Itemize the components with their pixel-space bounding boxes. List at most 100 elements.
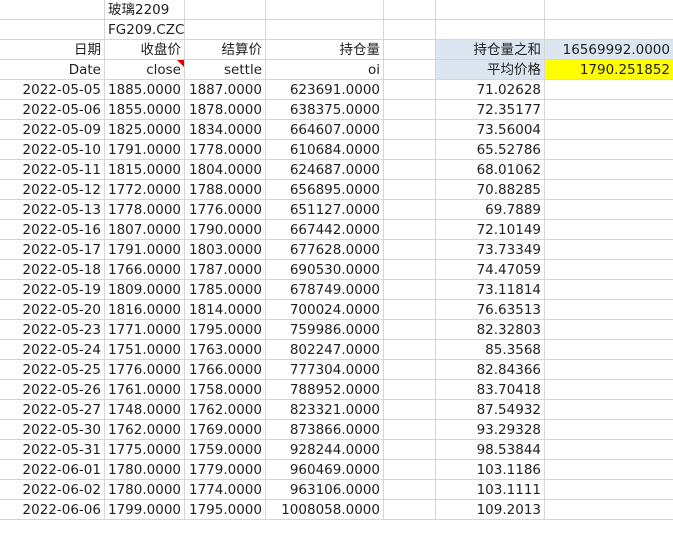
- cell-close[interactable]: 1791.0000: [105, 240, 185, 260]
- cell-date[interactable]: 2022-05-06: [0, 100, 105, 120]
- cell-empty[interactable]: [545, 160, 673, 180]
- cell-settle[interactable]: 1769.0000: [185, 420, 266, 440]
- cell-close[interactable]: 1762.0000: [105, 420, 185, 440]
- cell-settle[interactable]: 1787.0000: [185, 260, 266, 280]
- cell-empty[interactable]: [384, 240, 436, 260]
- spreadsheet-grid[interactable]: 玻璃2209 FG209.CZC 日期 收盘价 结算价 持仓量 持仓量之和 16…: [0, 0, 673, 555]
- cell-empty[interactable]: [384, 280, 436, 300]
- cell-empty[interactable]: [384, 100, 436, 120]
- cell-close[interactable]: 1809.0000: [105, 280, 185, 300]
- cell-oi-ratio[interactable]: 82.84366: [436, 360, 545, 380]
- cell-oi-ratio[interactable]: 71.02628: [436, 80, 545, 100]
- cell-oi[interactable]: 963106.0000: [266, 480, 384, 500]
- cell-oi-ratio[interactable]: 76.63513: [436, 300, 545, 320]
- cell-empty[interactable]: [545, 300, 673, 320]
- header-close-en[interactable]: close: [105, 60, 185, 80]
- cell-date[interactable]: 2022-05-27: [0, 400, 105, 420]
- header-settle-en[interactable]: settle: [185, 60, 266, 80]
- cell-oi-ratio[interactable]: 109.2013: [436, 500, 545, 520]
- cell-date[interactable]: 2022-06-06: [0, 500, 105, 520]
- cell-oi[interactable]: 960469.0000: [266, 460, 384, 480]
- cell-close[interactable]: 1778.0000: [105, 200, 185, 220]
- cell-settle[interactable]: 1887.0000: [185, 80, 266, 100]
- cell-e2[interactable]: [384, 20, 436, 40]
- cell-oi-ratio[interactable]: 103.1186: [436, 460, 545, 480]
- cell-close[interactable]: 1825.0000: [105, 120, 185, 140]
- cell-close[interactable]: 1807.0000: [105, 220, 185, 240]
- cell-oi[interactable]: 1008058.0000: [266, 500, 384, 520]
- cell-close[interactable]: 1766.0000: [105, 260, 185, 280]
- cell-oi[interactable]: 610684.0000: [266, 140, 384, 160]
- cell-oi-ratio[interactable]: 65.52786: [436, 140, 545, 160]
- cell-oi-ratio[interactable]: 69.7889: [436, 200, 545, 220]
- cell-oi-ratio[interactable]: 72.35177: [436, 100, 545, 120]
- cell-settle[interactable]: 1834.0000: [185, 120, 266, 140]
- cell-empty[interactable]: [545, 100, 673, 120]
- cell-close[interactable]: 1815.0000: [105, 160, 185, 180]
- cell-empty[interactable]: [384, 360, 436, 380]
- cell-date[interactable]: 2022-05-31: [0, 440, 105, 460]
- cell-empty[interactable]: [545, 280, 673, 300]
- cell-empty[interactable]: [545, 480, 673, 500]
- cell-settle[interactable]: 1878.0000: [185, 100, 266, 120]
- cell-close[interactable]: 1855.0000: [105, 100, 185, 120]
- cell-close[interactable]: 1885.0000: [105, 80, 185, 100]
- cell-oi[interactable]: 873866.0000: [266, 420, 384, 440]
- cell-date[interactable]: 2022-05-13: [0, 200, 105, 220]
- cell-oi[interactable]: 624687.0000: [266, 160, 384, 180]
- cell-empty[interactable]: [384, 140, 436, 160]
- cell-close[interactable]: 1776.0000: [105, 360, 185, 380]
- cell-oi-ratio[interactable]: 87.54932: [436, 400, 545, 420]
- cell-g2[interactable]: [545, 20, 673, 40]
- cell-oi-ratio[interactable]: 82.32803: [436, 320, 545, 340]
- cell-a1[interactable]: [0, 0, 105, 20]
- cell-settle[interactable]: 1759.0000: [185, 440, 266, 460]
- avg-price-value[interactable]: 1790.251852: [545, 60, 673, 80]
- cell-empty[interactable]: [384, 340, 436, 360]
- cell-a2[interactable]: [0, 20, 105, 40]
- cell-date[interactable]: 2022-05-17: [0, 240, 105, 260]
- cell-date[interactable]: 2022-05-09: [0, 120, 105, 140]
- cell-empty[interactable]: [384, 120, 436, 140]
- cell-settle[interactable]: 1776.0000: [185, 200, 266, 220]
- cell-settle[interactable]: 1779.0000: [185, 460, 266, 480]
- cell-c1[interactable]: [185, 0, 266, 20]
- cell-g1[interactable]: [545, 0, 673, 20]
- cell-oi-ratio[interactable]: 73.73349: [436, 240, 545, 260]
- header-date-cn[interactable]: 日期: [0, 40, 105, 60]
- cell-title-cn[interactable]: 玻璃2209: [105, 0, 185, 20]
- header-date-en[interactable]: Date: [0, 60, 105, 80]
- cell-close[interactable]: 1751.0000: [105, 340, 185, 360]
- cell-empty[interactable]: [384, 160, 436, 180]
- cell-empty[interactable]: [384, 80, 436, 100]
- cell-empty[interactable]: [384, 300, 436, 320]
- cell-contract-code[interactable]: FG209.CZC: [105, 20, 185, 40]
- cell-oi-ratio[interactable]: 73.56004: [436, 120, 545, 140]
- comment-indicator-icon[interactable]: [177, 60, 184, 67]
- cell-empty[interactable]: [545, 120, 673, 140]
- oi-sum-value[interactable]: 16569992.0000: [545, 40, 673, 60]
- cell-close[interactable]: 1775.0000: [105, 440, 185, 460]
- cell-empty[interactable]: [545, 340, 673, 360]
- cell-empty[interactable]: [384, 440, 436, 460]
- cell-empty[interactable]: [545, 440, 673, 460]
- cell-empty[interactable]: [545, 260, 673, 280]
- cell-oi-ratio[interactable]: 93.29328: [436, 420, 545, 440]
- cell-oi-ratio[interactable]: 73.11814: [436, 280, 545, 300]
- cell-empty[interactable]: [384, 420, 436, 440]
- cell-date[interactable]: 2022-05-25: [0, 360, 105, 380]
- cell-close[interactable]: 1791.0000: [105, 140, 185, 160]
- cell-empty[interactable]: [545, 460, 673, 480]
- cell-oi-ratio[interactable]: 85.3568: [436, 340, 545, 360]
- cell-oi[interactable]: 667442.0000: [266, 220, 384, 240]
- cell-oi[interactable]: 823321.0000: [266, 400, 384, 420]
- cell-empty[interactable]: [545, 360, 673, 380]
- cell-oi[interactable]: 638375.0000: [266, 100, 384, 120]
- cell-close[interactable]: 1772.0000: [105, 180, 185, 200]
- header-close-cn[interactable]: 收盘价: [105, 40, 185, 60]
- cell-oi[interactable]: 678749.0000: [266, 280, 384, 300]
- cell-settle[interactable]: 1778.0000: [185, 140, 266, 160]
- cell-date[interactable]: 2022-05-11: [0, 160, 105, 180]
- cell-oi-ratio[interactable]: 103.1111: [436, 480, 545, 500]
- cell-date[interactable]: 2022-05-16: [0, 220, 105, 240]
